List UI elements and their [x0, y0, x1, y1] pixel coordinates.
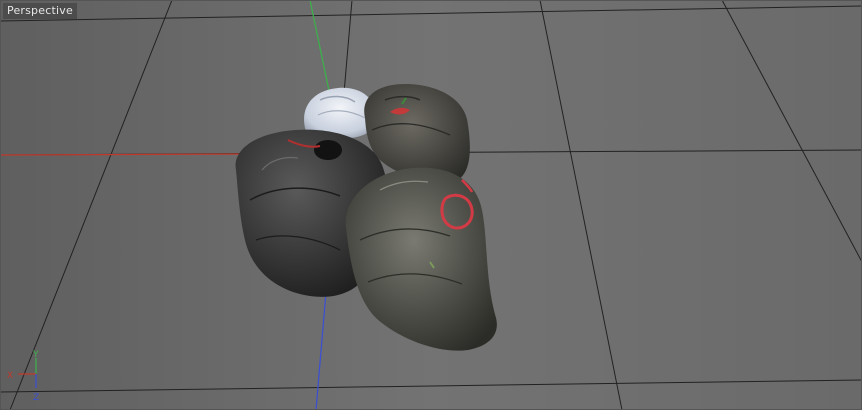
gizmo-z-label: Z [33, 393, 39, 403]
gizmo-y-label: Y [32, 350, 39, 360]
viewport-label[interactable]: Perspective [3, 3, 77, 19]
axis-orientation-gizmo: Y X Z [7, 350, 39, 403]
3d-viewport[interactable]: Perspective Y X Z [0, 0, 862, 410]
viewport-scene[interactable] [0, 0, 862, 410]
gizmo-x-label: X [7, 371, 13, 381]
